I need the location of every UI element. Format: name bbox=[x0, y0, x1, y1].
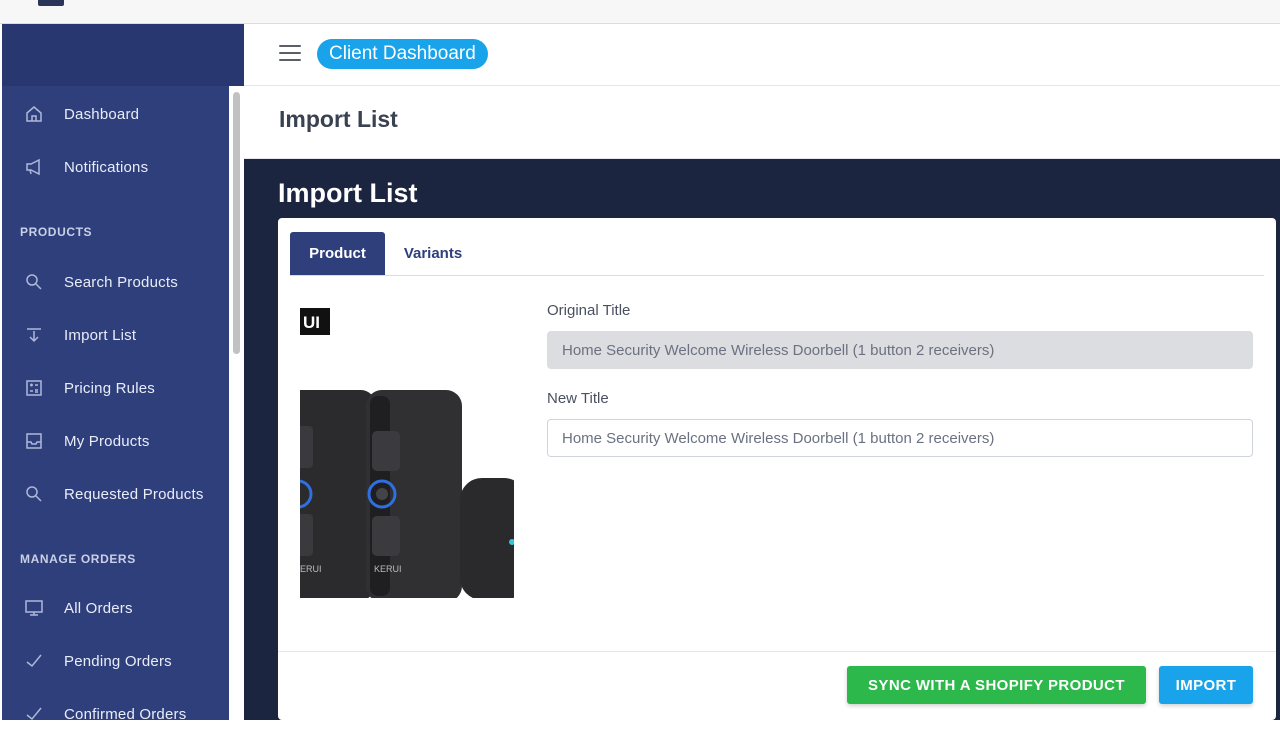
check-icon bbox=[23, 703, 45, 725]
sidebar-section-products: PRODUCTS bbox=[20, 225, 93, 239]
card-footer-divider bbox=[278, 651, 1276, 652]
sidebar-item-requested-products[interactable]: Requested Products bbox=[2, 474, 228, 514]
megaphone-icon bbox=[23, 156, 45, 178]
sidebar-item-label: Dashboard bbox=[64, 105, 140, 123]
sidebar-item-import-list[interactable]: Import List bbox=[2, 315, 228, 355]
browser-strip bbox=[0, 0, 1280, 24]
sidebar-item-pricing-rules[interactable]: Pricing Rules bbox=[2, 368, 228, 408]
sidebar-item-notifications[interactable]: Notifications bbox=[2, 147, 228, 187]
sync-shopify-button[interactable]: SYNC WITH A SHOPIFY PRODUCT bbox=[847, 666, 1146, 704]
svg-text:ERUI: ERUI bbox=[300, 564, 322, 574]
import-button[interactable]: IMPORT bbox=[1159, 666, 1253, 704]
new-title-input[interactable]: Home Security Welcome Wireless Doorbell … bbox=[547, 419, 1253, 457]
monitor-icon bbox=[23, 597, 45, 619]
tab-product[interactable]: Product bbox=[290, 232, 385, 275]
product-image: UI KERUI ERUI bbox=[300, 306, 514, 598]
sidebar-item-label: My Products bbox=[64, 432, 150, 450]
calculator-icon bbox=[23, 377, 45, 399]
check-icon bbox=[23, 650, 45, 672]
sidebar-item-label: Search Products bbox=[64, 273, 178, 291]
sidebar-item-label: Pending Orders bbox=[64, 652, 172, 670]
sidebar-section-manage-orders: MANAGE ORDERS bbox=[20, 552, 136, 566]
sidebar-scrollbar[interactable] bbox=[229, 86, 244, 720]
sidebar-item-label: Requested Products bbox=[64, 485, 204, 503]
topbar: Client Dashboard bbox=[244, 24, 1280, 86]
tab-bar: Product Variants bbox=[290, 232, 1264, 276]
import-icon bbox=[23, 324, 45, 346]
sidebar: Dashboard Notifications PRODUCTS Search … bbox=[2, 24, 244, 723]
device-brand-text: KERUI bbox=[374, 564, 402, 574]
sidebar-item-my-products[interactable]: My Products bbox=[2, 421, 228, 461]
tab-variants[interactable]: Variants bbox=[390, 232, 476, 275]
sidebar-item-label: Notifications bbox=[64, 158, 149, 176]
original-title-label: Original Title bbox=[547, 302, 631, 319]
search-icon bbox=[23, 271, 45, 293]
import-card: Product Variants UI KERUI ERUI Original … bbox=[278, 218, 1276, 720]
section-title: Import List bbox=[278, 178, 418, 208]
sidebar-item-search-products[interactable]: Search Products bbox=[2, 262, 228, 302]
page-header: Import List bbox=[244, 87, 1280, 159]
home-icon bbox=[23, 103, 45, 125]
new-title-label: New Title bbox=[547, 390, 609, 407]
sidebar-item-label: All Orders bbox=[64, 599, 133, 617]
sidebar-item-confirmed-orders[interactable]: Confirmed Orders bbox=[2, 694, 228, 734]
sidebar-brand bbox=[2, 24, 244, 86]
sidebar-item-pending-orders[interactable]: Pending Orders bbox=[2, 641, 228, 681]
client-dashboard-badge[interactable]: Client Dashboard bbox=[317, 39, 488, 69]
page-title: Import List bbox=[279, 106, 398, 132]
original-title-field: Home Security Welcome Wireless Doorbell … bbox=[547, 331, 1253, 369]
app-logo-icon bbox=[38, 0, 64, 6]
scrollbar-thumb[interactable] bbox=[233, 92, 240, 354]
search-icon bbox=[23, 483, 45, 505]
brand-mark-text: UI bbox=[303, 313, 320, 332]
hamburger-menu-icon[interactable] bbox=[279, 45, 301, 63]
sidebar-item-dashboard[interactable]: Dashboard bbox=[2, 94, 228, 134]
sidebar-item-label: Pricing Rules bbox=[64, 379, 155, 397]
sidebar-item-all-orders[interactable]: All Orders bbox=[2, 588, 228, 628]
inbox-icon bbox=[23, 430, 45, 452]
sidebar-item-label: Import List bbox=[64, 326, 137, 344]
